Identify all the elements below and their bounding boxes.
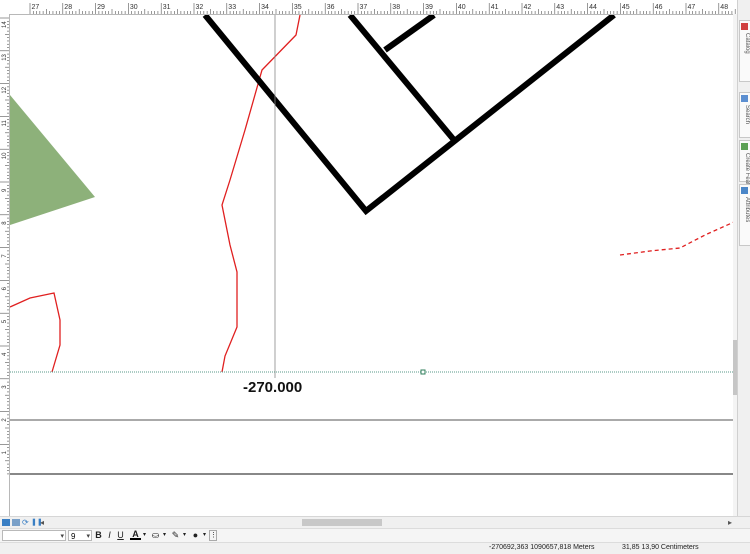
ruler-label: 10 <box>2 152 8 159</box>
chevron-down-icon[interactable]: ▾ <box>182 530 187 541</box>
black-parcel-line-1[interactable] <box>347 15 457 142</box>
top-ruler: 27 28 29 30 31 32 33 34 35 36 37 38 39 40 41 42 43 44 45 46… <box>0 0 736 15</box>
ruler-label: 48 <box>720 4 728 11</box>
ruler-label: 37 <box>360 4 368 11</box>
font-size-dropdown[interactable]: 9 ▾ <box>68 530 92 541</box>
red-boundary-line[interactable] <box>221 15 301 373</box>
red-boundary-line-left[interactable] <box>10 292 61 373</box>
ruler-label: 33 <box>228 4 236 11</box>
map-canvas[interactable] <box>10 15 734 515</box>
ruler-label: 44 <box>589 4 597 11</box>
green-polygon[interactable] <box>10 95 95 225</box>
font-color-button[interactable]: A <box>130 530 141 540</box>
draw-toolbar: ▾ 9 ▾ B I U A ▾ ⛀ ▾ ✎ ▾ ● ▾ ⋮ <box>0 528 750 543</box>
search-icon <box>741 95 748 102</box>
underline-button[interactable]: U <box>116 530 125 541</box>
side-tab-search[interactable]: Search <box>739 92 750 138</box>
side-tab-attributes[interactable]: Attributes <box>739 184 750 246</box>
side-tab-catalog[interactable]: Catalog <box>739 20 750 82</box>
ruler-label: 42 <box>524 4 532 11</box>
ruler-label: 13 <box>2 53 8 60</box>
right-dock-panel: Catalog Search Create Features Attribute… <box>737 0 750 517</box>
map-coordinates: -270692,363 1090657,818 Meters <box>489 544 595 551</box>
side-tab-search-label: Search <box>744 105 750 125</box>
refresh-icon[interactable]: ⟳ <box>22 518 29 527</box>
ruler-label: 11 <box>2 120 8 127</box>
ruler-label: 47 <box>688 4 696 11</box>
ruler-label: 38 <box>392 4 400 11</box>
layout-view-icon[interactable] <box>12 519 20 526</box>
chevron-down-icon[interactable]: ▾ <box>142 530 147 541</box>
scroll-left-arrow-icon[interactable]: ◂ <box>40 518 44 527</box>
create-features-icon <box>741 143 748 150</box>
ruler-label: 31 <box>163 4 171 11</box>
chevron-down-icon[interactable]: ▾ <box>202 530 207 541</box>
left-ruler: 14 13 12 11 10 9 8 7 6 5 4 3 2 1 <box>0 14 10 516</box>
ruler-label: 46 <box>655 4 663 11</box>
ruler-label: 40 <box>458 4 466 11</box>
ruler-label: 28 <box>64 4 72 11</box>
ruler-label: 35 <box>294 4 302 11</box>
line-color-icon[interactable]: ✎ <box>170 530 181 541</box>
page-coordinates: 31,85 13,90 Centimeters <box>622 544 699 551</box>
toolbar-options-icon[interactable]: ⋮ <box>209 530 217 541</box>
chevron-down-icon[interactable]: ▾ <box>162 530 167 541</box>
horizontal-scrollbar-thumb[interactable] <box>302 519 382 526</box>
chevron-down-icon: ▾ <box>60 533 64 540</box>
attributes-icon <box>741 187 748 194</box>
catalog-icon <box>741 23 748 30</box>
ruler-label: 12 <box>2 86 8 93</box>
top-ruler-ticks: 27 28 29 30 31 32 33 34 35 36 37 38 39 40 41 42 43 44 45 46… <box>29 3 736 14</box>
font-name-dropdown[interactable]: ▾ <box>2 530 66 541</box>
ruler-label: 45 <box>622 4 630 11</box>
ruler-label: 27 <box>32 4 40 11</box>
italic-button[interactable]: I <box>105 530 114 541</box>
bold-button[interactable]: B <box>94 530 103 541</box>
black-parcel-outline[interactable] <box>202 15 616 216</box>
ruler-label: 41 <box>491 4 499 11</box>
ruler-label: 36 <box>327 4 335 11</box>
font-size-value: 9 <box>71 532 76 541</box>
elevation-label: -270.000 <box>243 379 303 396</box>
status-bar: -270692,363 1090657,818 Meters 31,85 13,… <box>0 542 750 554</box>
scroll-right-arrow-icon[interactable]: ▸ <box>728 518 732 527</box>
side-tab-catalog-label: Catalog <box>744 33 750 54</box>
ruler-label: 29 <box>97 4 105 11</box>
black-parcel-line-2[interactable] <box>383 15 436 53</box>
data-view-icon[interactable] <box>2 519 10 526</box>
ruler-label: 14 <box>2 21 8 28</box>
side-tab-create-features[interactable]: Create Features <box>739 140 750 196</box>
ruler-label: 43 <box>556 4 564 11</box>
ruler-label: 32 <box>196 4 204 11</box>
ruler-label: 30 <box>130 4 138 11</box>
marker-color-icon[interactable]: ● <box>190 530 201 541</box>
ruler-label: 39 <box>425 4 433 11</box>
selection-handle[interactable] <box>420 369 426 375</box>
red-dashed-line[interactable] <box>619 221 734 256</box>
fill-color-icon[interactable]: ⛀ <box>150 530 161 541</box>
side-tab-attributes-label: Attributes <box>744 197 750 223</box>
left-ruler-ticks: 1413121110987654321 <box>0 17 9 475</box>
chevron-down-icon: ▾ <box>86 533 90 540</box>
ruler-label: 34 <box>261 4 269 11</box>
